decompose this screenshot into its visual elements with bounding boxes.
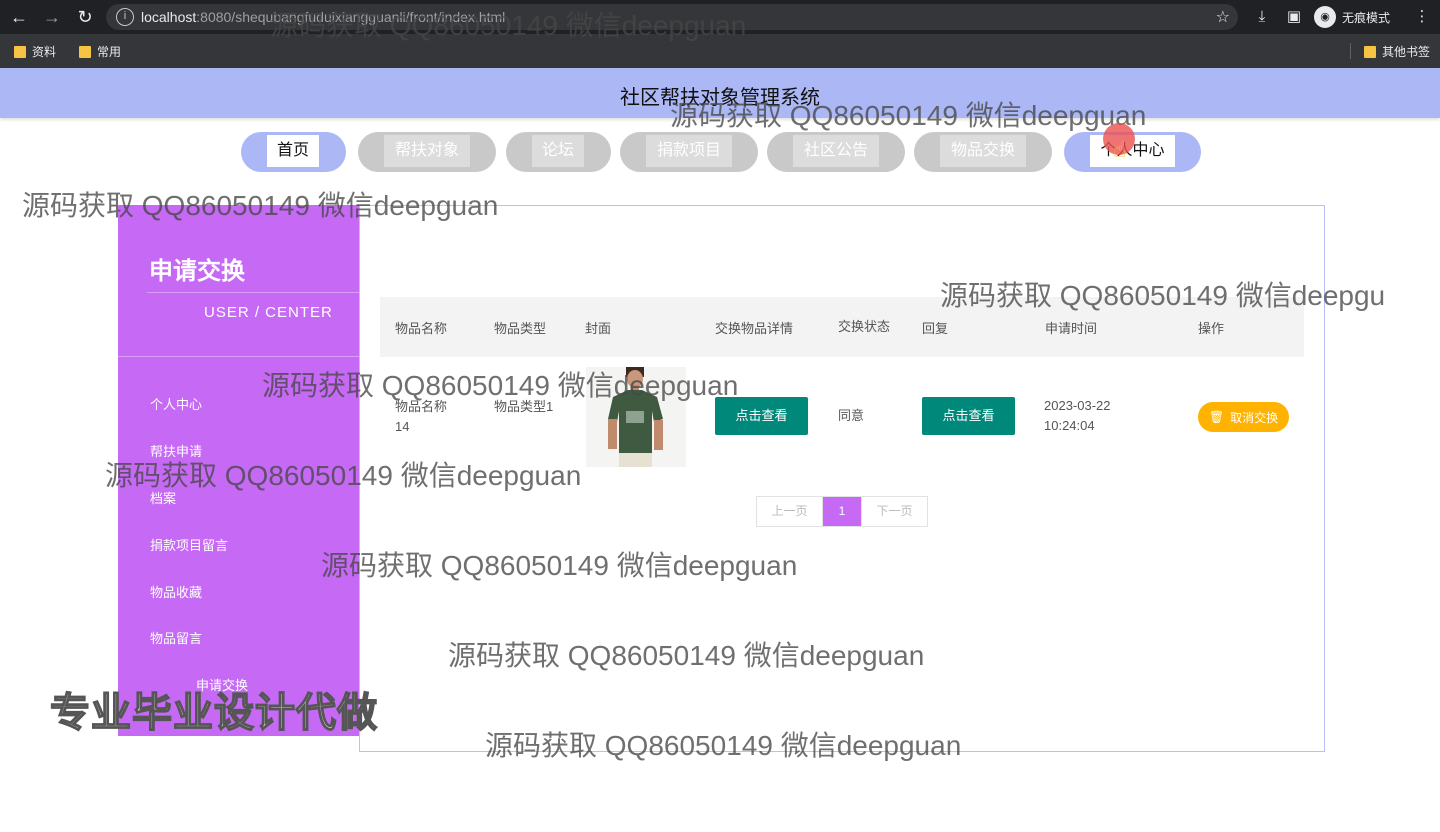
folder-icon [79,45,91,58]
prev-page-button[interactable]: 上一页 [757,497,823,526]
nav-help-targets[interactable]: 帮扶对象 [358,132,496,172]
column-header: 封面 [585,320,612,336]
bookmark-folder[interactable]: 常用 [79,43,121,60]
incognito-indicator[interactable]: ◉ 无痕模式 [1314,5,1390,29]
menu-icon[interactable]: ⋮ [1411,6,1433,28]
nav-help-targets-label: 帮扶对象 [384,135,470,167]
folder-icon [1364,45,1376,58]
hand-cursor-icon: ☝ [1113,137,1127,162]
info-icon[interactable]: i [116,8,134,26]
watermark-text: 源码获取 QQ86050149 微信deepguan [270,10,747,41]
forward-icon[interactable]: → [41,6,63,28]
cancel-exchange-button[interactable]: 🗑 取消交换 [1198,402,1289,432]
folder-icon [14,45,26,58]
nav-announcements[interactable]: 社区公告 [767,132,905,172]
page-number-button[interactable]: 1 [823,497,861,526]
column-header: 交换物品详情 [715,320,794,336]
trash-icon: 🗑 [1208,410,1225,424]
reload-icon[interactable]: ↻ [74,6,96,28]
status-cell: 同意 [838,408,865,423]
sidebar-item-donation-messages[interactable]: 捐款项目留言 [150,535,228,554]
watermark-text: 源码获取 QQ86050149 微信deepguan [262,370,739,401]
sidebar-item-favorites[interactable]: 物品收藏 [150,582,202,601]
nav-home[interactable]: 首页 [241,132,346,172]
sidebar-divider [118,356,359,357]
column-header: 交换状态 [838,319,891,334]
watermark-text: 源码获取 QQ86050149 微信deepguan [485,730,962,761]
apply-time-cell: 2023-03-22 10:24:04 [1044,398,1111,433]
watermark-text: 源码获取 QQ86050149 微信deepguan [22,190,499,221]
bookmark-star-icon[interactable]: ☆ [1216,7,1230,27]
column-header: 物品类型 [494,320,547,336]
bookmark-folder[interactable]: 资料 [14,43,56,60]
sidebar-item-item-messages[interactable]: 物品留言 [150,628,202,647]
watermark-text: 源码获取 QQ86050149 微信deepguan [321,550,798,581]
sidepanel-icon[interactable]: ▣ [1283,6,1305,28]
bookmark-divider [1350,43,1351,59]
next-page-button[interactable]: 下一页 [861,497,927,526]
sidebar-subtitle: USER / CENTER [204,304,333,321]
nav-forum-label: 论坛 [532,135,584,167]
incognito-icon: ◉ [1314,6,1336,28]
cancel-exchange-label: 取消交换 [1230,410,1279,425]
promo-text: 专业毕业设计代做 [49,690,378,736]
nav-donation-projects[interactable]: 捐款项目 [620,132,758,172]
nav-announcements-label: 社区公告 [793,135,879,167]
incognito-label: 无痕模式 [1342,10,1391,25]
sidebar-title: 申请交换 [149,258,245,285]
nav-home-label: 首页 [267,135,319,167]
sidebar-item-user-center[interactable]: 个人中心 [150,394,202,413]
nav-forum[interactable]: 论坛 [506,132,611,172]
back-icon[interactable]: ← [8,6,30,28]
nav-item-exchange-label: 物品交换 [940,135,1026,167]
watermark-text: 源码获取 QQ86050149 微信deepguan [105,460,582,491]
watermark-text: 源码获取 QQ86050149 微信deepguan [448,640,925,671]
download-icon[interactable]: ⤓ [1251,6,1273,28]
pagination: 上一页 1 下一页 [756,496,928,527]
watermark-text: 源码获取 QQ86050149 微信deepguan [670,100,1147,131]
nav-item-exchange[interactable]: 物品交换 [914,132,1052,172]
view-reply-button[interactable]: 点击查看 [922,397,1015,435]
nav-donation-projects-label: 捐款项目 [646,135,732,167]
sidebar-divider [147,292,359,293]
column-header: 物品名称 [395,320,448,336]
other-bookmarks[interactable]: 其他书签 [1364,43,1430,60]
watermark-text: 源码获取 QQ86050149 微信deepgu [940,280,1386,311]
